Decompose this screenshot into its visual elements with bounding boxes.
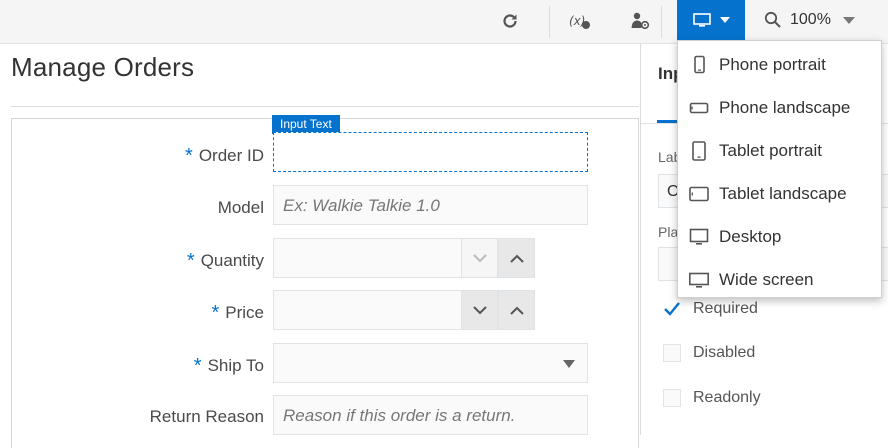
phone-portrait-icon [689,55,709,75]
tablet-portrait-icon [689,140,709,161]
checkmark-icon [664,302,680,316]
placeholder-property-caption: Pla [658,224,679,240]
required-marker: * [193,355,202,377]
quantity-decrement-button[interactable] [461,238,498,278]
desktop-icon [689,227,709,247]
variable-x-icon: (x) [569,14,590,29]
quantity-stepper[interactable] [273,238,535,278]
refresh-icon [503,14,517,28]
tablet-landscape-icon [689,184,709,204]
readonly-checkbox-row[interactable]: Readonly [663,389,761,407]
required-marker: * [185,145,193,167]
chevron-down-icon [842,17,855,24]
required-checkbox-label: Required [693,300,758,317]
model-field[interactable]: Ex: Walkie Talkie 1.0 [273,185,588,225]
chevron-down-icon [472,305,487,314]
quantity-increment-button[interactable] [498,238,535,278]
required-checkbox-row[interactable]: Required [663,300,758,318]
user-settings-button[interactable] [626,5,654,37]
return-reason-label: Return Reason [149,407,264,426]
phone-landscape-icon [689,98,709,118]
menu-item-tablet-landscape[interactable]: Tablet landscape [678,172,881,215]
toolbar: (x) 100% [0,0,888,44]
order-id-field[interactable] [273,132,588,172]
menu-item-wide-screen[interactable]: Wide screen [678,258,881,301]
disabled-checkbox[interactable] [663,344,681,362]
menu-item-tablet-portrait[interactable]: Tablet portrait [678,129,881,172]
readonly-checkbox[interactable] [663,389,681,407]
device-preview-button[interactable] [677,0,745,40]
disabled-checkbox-label: Disabled [693,344,756,361]
divider [11,106,639,107]
ship-to-select[interactable] [273,343,588,383]
device-menu: Phone portrait Phone landscape Tablet po… [677,40,882,298]
return-reason-placeholder: Reason if this order is a return. [283,406,516,425]
zoom-value: 100% [790,11,831,28]
toolbar-separator [549,6,550,38]
variables-button[interactable]: (x) [566,5,594,37]
price-decrement-button[interactable] [461,290,498,330]
required-marker: * [211,302,220,324]
page-title: Manage Orders [11,52,195,82]
wide-screen-icon [689,270,709,290]
required-marker: * [186,250,195,272]
zoom-control[interactable]: 100% [764,0,855,40]
price-label: * Price [211,302,264,324]
caret-down-icon [563,360,575,368]
chevron-down-icon [472,253,487,262]
menu-item-phone-portrait[interactable]: Phone portrait [678,43,881,86]
search-icon [764,11,781,28]
disabled-checkbox-row[interactable]: Disabled [663,344,755,362]
model-label: Model [217,198,264,217]
menu-item-phone-landscape[interactable]: Phone landscape [678,86,881,129]
price-stepper[interactable] [273,290,535,330]
menu-item-desktop[interactable]: Desktop [678,215,881,258]
readonly-checkbox-label: Readonly [693,389,761,406]
chevron-up-icon [509,306,524,315]
price-increment-button[interactable] [498,290,535,330]
refresh-button[interactable] [496,5,524,37]
chevron-down-icon [720,17,730,23]
quantity-label: * Quantity [186,250,264,272]
user-settings-icon [631,12,650,30]
required-checkbox[interactable] [663,300,681,318]
ship-to-label: * Ship To [193,355,264,377]
model-placeholder: Ex: Walkie Talkie 1.0 [283,196,440,215]
toolbar-separator [661,6,662,38]
chevron-up-icon [509,254,524,263]
order-id-label: * Order ID [185,145,264,167]
monitor-icon [693,13,711,27]
return-reason-field[interactable]: Reason if this order is a return. [273,395,588,435]
